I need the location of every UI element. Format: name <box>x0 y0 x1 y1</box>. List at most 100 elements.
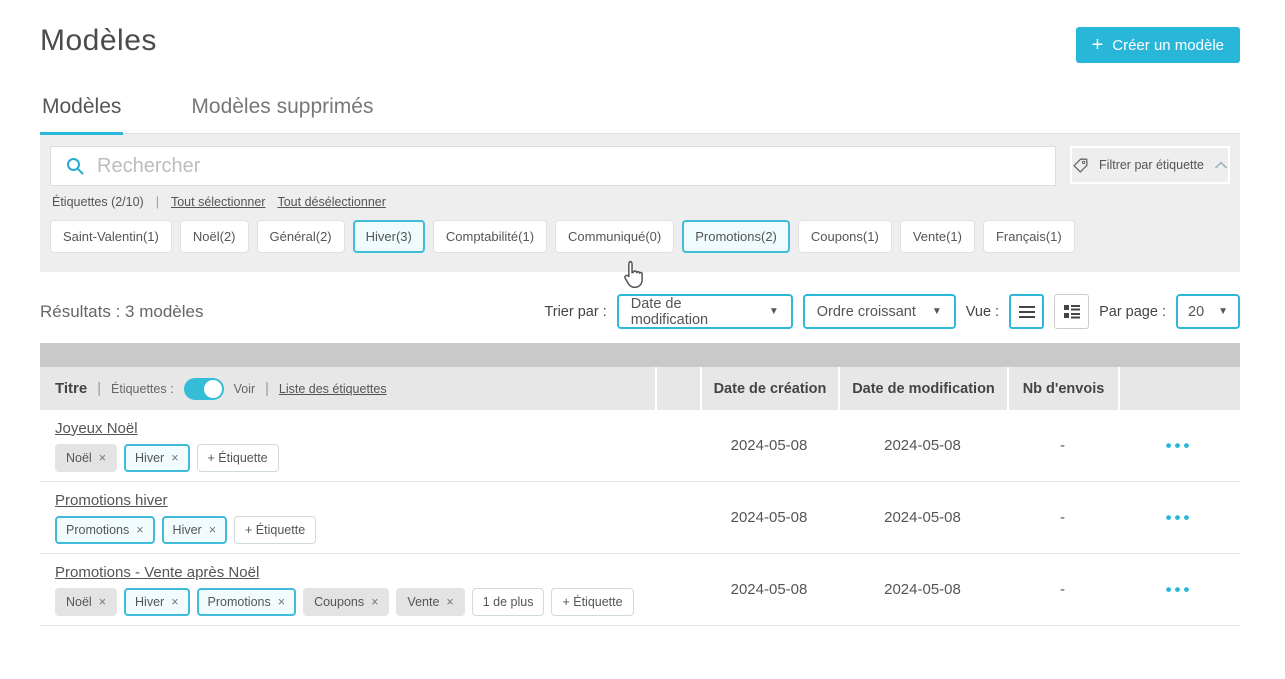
row-sends: - <box>1007 509 1118 526</box>
filter-chip[interactable]: Communiqué(0) <box>555 220 674 253</box>
tab-deleted-models[interactable]: Modèles supprimés <box>189 95 375 133</box>
list-view-button[interactable] <box>1009 294 1044 329</box>
row-tag[interactable]: Vente× <box>396 588 464 616</box>
filter-chip[interactable]: Comptabilité(1) <box>433 220 547 253</box>
order-value: Ordre croissant <box>817 304 916 320</box>
filter-chip[interactable]: Noël(2) <box>180 220 249 253</box>
table-body: Joyeux Noël Noël×Hiver×+ Étiquette 2024-… <box>40 410 1240 626</box>
order-select[interactable]: Ordre croissant ▼ <box>803 294 956 329</box>
dropdown-arrow-icon: ▼ <box>932 306 942 317</box>
create-template-label: Créer un modèle <box>1112 37 1224 54</box>
table-row: Joyeux Noël Noël×Hiver× + Étiquette 2024-… <box>40 410 1240 482</box>
filter-by-tag-button[interactable]: Filtrer par étiquette <box>1070 146 1230 184</box>
table-top-bar <box>40 343 1240 367</box>
filter-panel: Filtrer par étiquette Étiquettes (2/10) … <box>40 134 1240 272</box>
remove-tag-icon[interactable]: × <box>171 451 178 465</box>
tag-icon <box>1072 157 1089 174</box>
filter-chip[interactable]: Vente(1) <box>900 220 975 253</box>
tags-list-link[interactable]: Liste des étiquettes <box>279 382 387 396</box>
remove-tag-icon[interactable]: × <box>99 451 106 465</box>
page-header: Modèles + Créer un modèle <box>40 0 1240 63</box>
table-header: Titre | Étiquettes : Voir | Liste des ét… <box>40 367 1240 410</box>
sort-label: Trier par : <box>544 304 606 320</box>
remove-tag-icon[interactable]: × <box>136 523 143 537</box>
grid-view-icon <box>1063 304 1081 319</box>
chevron-up-icon <box>1214 160 1228 170</box>
filter-chip[interactable]: Coupons(1) <box>798 220 892 253</box>
dropdown-arrow-icon: ▼ <box>1218 306 1228 317</box>
row-tag[interactable]: + Étiquette <box>197 444 279 472</box>
deselect-all-link[interactable]: Tout désélectionner <box>277 195 385 209</box>
row-tag[interactable]: 1 de plus <box>472 588 545 616</box>
pipe-separator: | <box>156 195 159 209</box>
search-icon <box>65 156 85 176</box>
tab-bar: Modèles Modèles supprimés <box>40 95 1240 134</box>
remove-tag-icon[interactable]: × <box>278 595 285 609</box>
templates-page: Modèles + Créer un modèle Modèles Modèle… <box>0 0 1285 679</box>
view-label: Vue : <box>966 304 999 320</box>
row-modified: 2024-05-08 <box>838 509 1007 526</box>
row-actions-menu[interactable]: ••• <box>1166 508 1193 528</box>
row-actions-menu[interactable]: ••• <box>1166 436 1193 456</box>
column-spacer <box>655 367 700 410</box>
select-all-link[interactable]: Tout sélectionner <box>171 195 266 209</box>
column-sends: Nb d'envois <box>1007 367 1118 410</box>
filter-chip[interactable]: Hiver(3) <box>353 220 425 253</box>
sort-value: Date de modification <box>631 296 759 328</box>
create-template-button[interactable]: + Créer un modèle <box>1076 27 1240 63</box>
tags-visibility-toggle[interactable] <box>184 378 224 400</box>
row-tag[interactable]: Hiver× <box>124 444 189 472</box>
search-input[interactable] <box>97 155 1041 178</box>
templates-table: Titre | Étiquettes : Voir | Liste des ét… <box>40 343 1240 626</box>
pipe-separator: | <box>97 381 101 397</box>
remove-tag-icon[interactable]: × <box>446 595 453 609</box>
row-tag[interactable]: Promotions× <box>197 588 297 616</box>
results-row: Résultats : 3 modèles Trier par : Date d… <box>40 294 1240 329</box>
filter-chip[interactable]: Français(1) <box>983 220 1075 253</box>
row-modified: 2024-05-08 <box>838 437 1007 454</box>
row-tag[interactable]: Noël× <box>55 444 117 472</box>
toggle-state-label: Voir <box>234 382 256 396</box>
search-box[interactable] <box>50 146 1056 186</box>
row-tag[interactable]: + Étiquette <box>234 516 316 544</box>
remove-tag-icon[interactable]: × <box>371 595 378 609</box>
row-sends: - <box>1007 437 1118 454</box>
table-row: Promotions - Vente après Noël Noël×Hiver… <box>40 554 1240 626</box>
remove-tag-icon[interactable]: × <box>99 595 106 609</box>
table-row: Promotions hiver Promotions×Hiver×+ Étiq… <box>40 482 1240 554</box>
filter-chip[interactable]: Promotions(2) <box>682 220 790 253</box>
per-page-value: 20 <box>1188 304 1204 320</box>
column-created: Date de création <box>700 367 838 410</box>
column-modified: Date de modification <box>838 367 1007 410</box>
row-tag[interactable]: Coupons× <box>303 588 389 616</box>
sort-select[interactable]: Date de modification ▼ <box>617 294 793 329</box>
row-tag[interactable]: + Étiquette <box>551 588 633 616</box>
plus-icon: + <box>1092 35 1104 55</box>
row-created: 2024-05-08 <box>700 581 838 598</box>
filter-chip[interactable]: Saint-Valentin(1) <box>50 220 172 253</box>
results-summary: Résultats : 3 modèles <box>40 302 203 322</box>
dropdown-arrow-icon: ▼ <box>769 306 779 317</box>
row-tags: Noël×Hiver× + Étiquette <box>55 444 655 472</box>
list-view-icon <box>1018 305 1036 319</box>
row-actions-menu[interactable]: ••• <box>1166 580 1193 600</box>
per-page-select[interactable]: 20 ▼ <box>1176 294 1240 329</box>
tags-summary: Étiquettes (2/10) <box>52 195 144 209</box>
tab-models[interactable]: Modèles <box>40 95 123 135</box>
remove-tag-icon[interactable]: × <box>171 595 178 609</box>
tags-column-label: Étiquettes : <box>111 382 174 396</box>
column-title: Titre <box>55 380 87 397</box>
row-title-link[interactable]: Joyeux Noël <box>55 420 138 437</box>
filter-chip[interactable]: Général(2) <box>257 220 345 253</box>
row-tag[interactable]: Promotions× <box>55 516 155 544</box>
grid-view-button[interactable] <box>1054 294 1089 329</box>
row-title-link[interactable]: Promotions - Vente après Noël <box>55 564 259 581</box>
per-page-label: Par page : <box>1099 304 1166 320</box>
row-tag[interactable]: Hiver× <box>162 516 227 544</box>
row-tag[interactable]: Hiver× <box>124 588 189 616</box>
row-tag[interactable]: Noël× <box>55 588 117 616</box>
remove-tag-icon[interactable]: × <box>209 523 216 537</box>
row-sends: - <box>1007 581 1118 598</box>
row-title-link[interactable]: Promotions hiver <box>55 492 168 509</box>
pipe-separator: | <box>265 381 269 397</box>
